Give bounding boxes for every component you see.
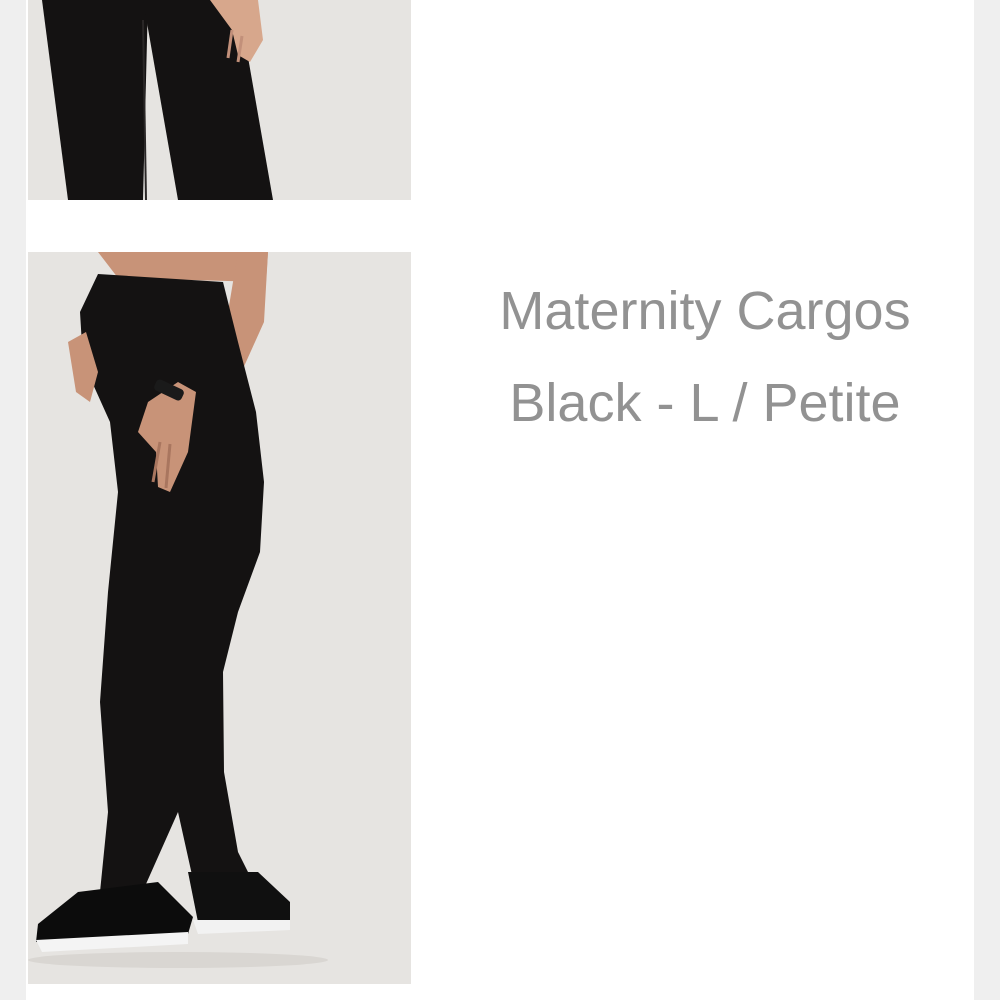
product-photo-top[interactable]	[28, 0, 411, 200]
right-scroll-margin	[974, 0, 1000, 1000]
product-info: Maternity Cargos Black - L / Petite	[440, 265, 970, 449]
page-frame: Maternity Cargos Black - L / Petite	[0, 0, 1000, 1000]
product-photo-top-graphic	[28, 0, 411, 200]
product-variant: Black - L / Petite	[509, 373, 901, 433]
left-margin	[0, 0, 26, 1000]
product-photo-main-graphic	[28, 252, 411, 984]
product-title[interactable]: Maternity Cargos	[440, 265, 970, 357]
product-photo-main[interactable]	[28, 252, 411, 984]
